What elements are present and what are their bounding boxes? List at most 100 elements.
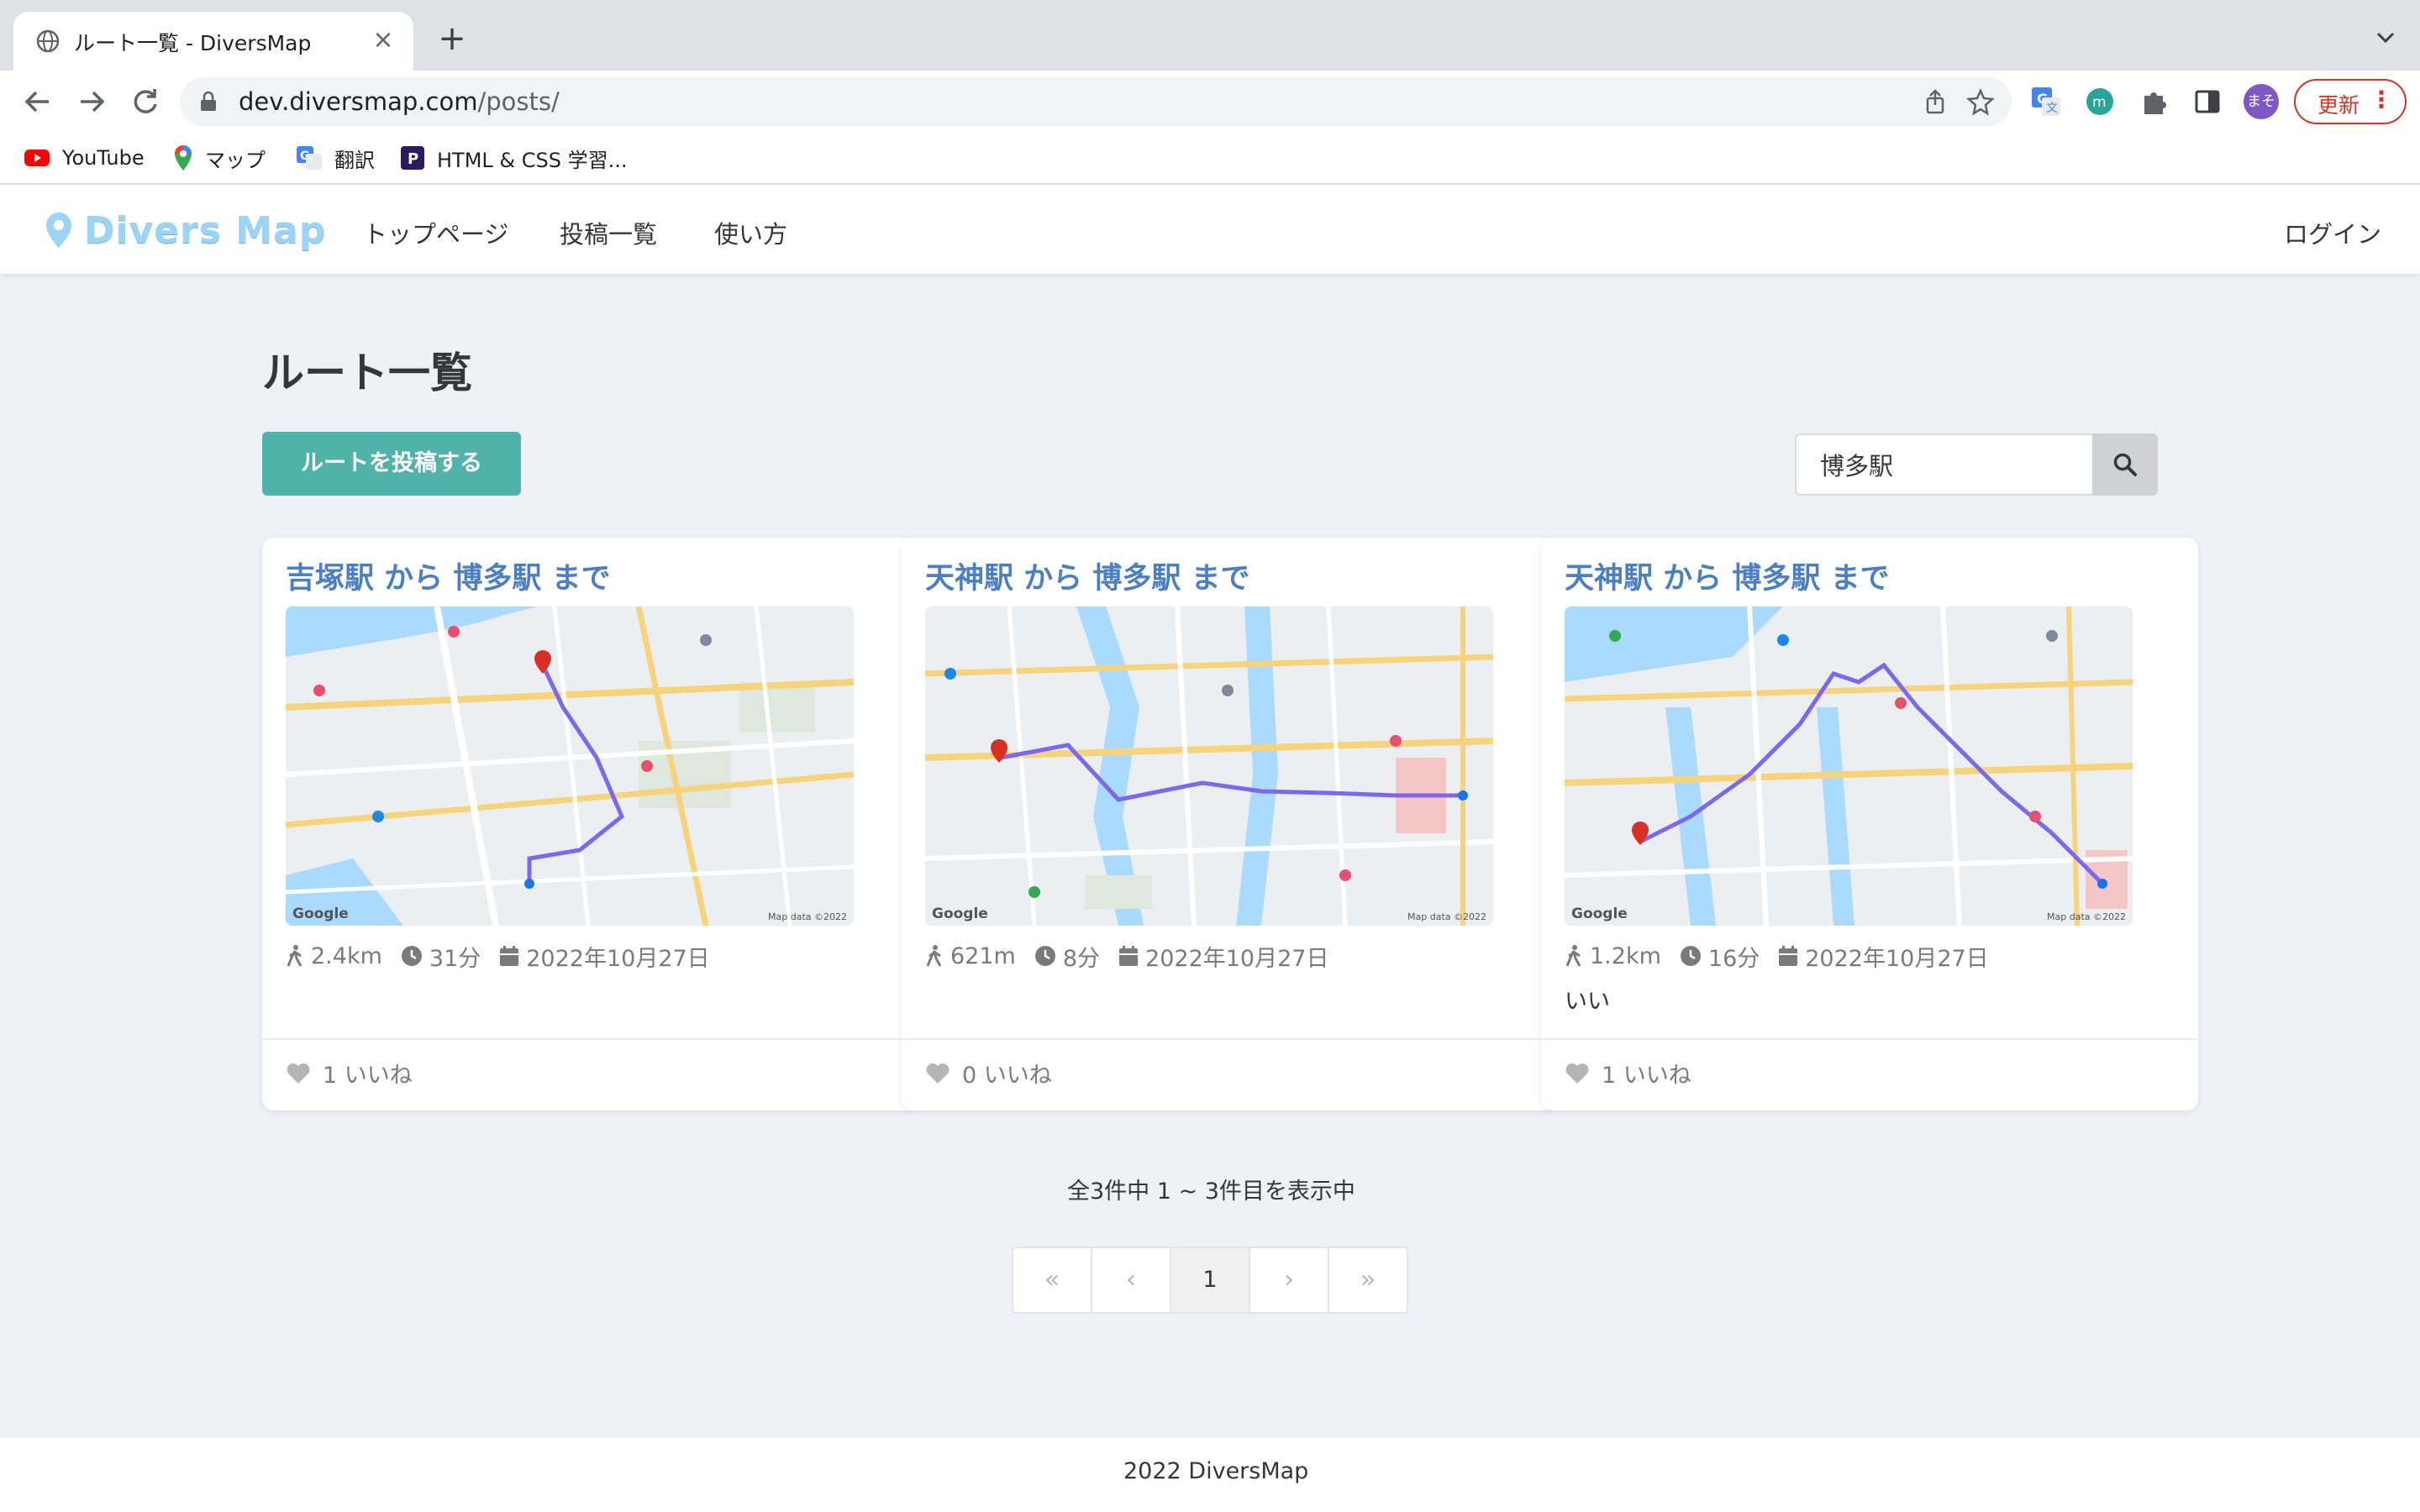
site-footer: 2022 DiversMap (0, 1438, 2420, 1512)
address-bar[interactable]: dev.diversmap.com/posts/ (180, 77, 2012, 126)
post-distance: 1.2km (1590, 942, 1661, 969)
profile-avatar[interactable]: まそ (2244, 84, 2279, 119)
bookmark-label: YouTube (62, 146, 145, 170)
post-card[interactable]: 天神駅 から 博多駅 まで Google Map data ©2022 (902, 538, 1559, 1110)
post-date: 2022年10月27日 (1805, 945, 1989, 972)
nav-how-to[interactable]: 使い方 (714, 215, 787, 250)
bookmark-label: 翻訳 (334, 148, 375, 172)
card-footer: 1 いいね (1541, 1038, 2198, 1110)
post-distance: 2.4km (311, 942, 382, 969)
first-page-button[interactable]: « (1013, 1248, 1092, 1312)
search-button[interactable] (2092, 433, 2158, 496)
post-duration: 16分 (1707, 945, 1760, 972)
back-arrow-icon[interactable] (18, 82, 57, 121)
puzzle-extensions-icon[interactable] (2138, 86, 2170, 118)
map-attribution: Map data ©2022 (768, 911, 847, 922)
logo-text: Divers Map (84, 208, 327, 252)
post-meta: 621m 8分 2022年10月27日 (925, 939, 1328, 973)
map-image (1565, 606, 2133, 926)
side-panel-icon[interactable] (2191, 86, 2223, 118)
extension-m-icon[interactable]: m (2084, 86, 2116, 118)
post-card[interactable]: 天神駅 から 博多駅 まで Google Map data ©2022 (1541, 538, 2198, 1110)
post-duration: 8分 (1062, 945, 1101, 972)
like-count: 0 いいね (962, 1063, 1052, 1089)
post-distance: 621m (950, 942, 1016, 969)
post-date: 2022年10月27日 (1145, 945, 1329, 972)
new-tab-button[interactable]: + (434, 20, 471, 57)
globe-icon (36, 29, 60, 53)
site-navbar: Divers Map トップページ 投稿一覧 使い方 ログイン (0, 185, 2420, 274)
post-comment: いい (1565, 989, 1610, 1015)
tab-title: ルート一覧 - DiversMap (74, 31, 312, 55)
post-route-button[interactable]: ルートを投稿する (262, 432, 521, 496)
bookmark-maps[interactable]: マップ (173, 143, 266, 173)
site-logo[interactable]: Divers Map (44, 205, 326, 255)
post-duration: 31分 (429, 945, 481, 972)
heart-icon (926, 1063, 950, 1084)
like-count: 1 いいね (1602, 1063, 1691, 1089)
kebab-menu-icon: ⋮ (2370, 86, 2393, 113)
like-button[interactable]: 1 いいね (1565, 1057, 1691, 1089)
youtube-icon (24, 150, 50, 166)
last-page-button[interactable]: » (1329, 1248, 1407, 1312)
clock-icon (1680, 946, 1701, 966)
page-1-button[interactable]: 1 (1171, 1248, 1250, 1312)
post-card[interactable]: 吉塚駅 から 博多駅 まで Google Map data ©2022 2.4k… (262, 538, 919, 1110)
walking-icon (1565, 945, 1581, 967)
update-button[interactable]: 更新 ⋮ (2294, 79, 2407, 124)
calendar-icon (500, 946, 519, 966)
close-tab-icon[interactable]: × (370, 25, 397, 55)
result-count: 全3件中 1 ~ 3件目を表示中 (1067, 1179, 1355, 1205)
share-icon[interactable] (1921, 87, 1949, 116)
search-input[interactable] (1795, 433, 2092, 496)
bookmark-youtube[interactable]: YouTube (24, 143, 145, 173)
calendar-icon (1119, 946, 1139, 966)
footer-text: 2022 DiversMap (1123, 1458, 1309, 1484)
nav-top-page[interactable]: トップページ (363, 215, 508, 250)
svg-text:m: m (2092, 94, 2107, 111)
tab-strip: ルート一覧 - DiversMap × + (0, 0, 2420, 71)
url-path: /posts/ (477, 87, 560, 116)
pagination: « ‹ 1 › » (1012, 1247, 1408, 1314)
clock-icon (401, 946, 422, 966)
reload-icon[interactable] (126, 82, 165, 121)
search-icon (2113, 453, 2137, 476)
like-count: 1 いいね (323, 1063, 413, 1089)
map-image (286, 606, 854, 926)
google-logo: Google (292, 906, 349, 922)
google-translate-icon[interactable]: G 文 (2030, 86, 2062, 118)
google-logo: Google (932, 906, 988, 922)
next-page-button[interactable]: › (1250, 1248, 1329, 1312)
svg-text:P: P (408, 150, 418, 168)
heart-icon (1565, 1063, 1589, 1084)
bookmark-translate[interactable]: G 翻訳 (296, 143, 375, 173)
post-title[interactable]: 吉塚駅 から 博多駅 まで (286, 554, 611, 597)
card-footer: 0 いいね (902, 1038, 1559, 1110)
star-bookmark-icon[interactable] (1966, 87, 1995, 116)
nav-posts[interactable]: 投稿一覧 (560, 215, 657, 250)
translate-icon: G (297, 146, 322, 170)
route-map[interactable]: Google Map data ©2022 (286, 606, 854, 926)
google-logo: Google (1571, 906, 1628, 922)
route-map[interactable]: Google Map data ©2022 (1565, 606, 2133, 926)
update-label: 更新 (2317, 93, 2360, 118)
login-link[interactable]: ログイン (2284, 215, 2381, 250)
route-map[interactable]: Google Map data ©2022 (925, 606, 1493, 926)
map-pin-icon (46, 213, 71, 248)
calendar-icon (1779, 946, 1798, 966)
like-button[interactable]: 1 いいね (286, 1057, 413, 1089)
maps-pin-icon (175, 145, 192, 171)
bookmark-progate[interactable]: P HTML & CSS 学習... (400, 143, 628, 173)
lock-icon[interactable] (198, 91, 218, 113)
card-footer: 1 いいね (262, 1038, 919, 1110)
walking-icon (926, 945, 942, 967)
chevron-down-icon[interactable] (2373, 25, 2398, 50)
forward-arrow-icon[interactable] (72, 82, 111, 121)
post-title[interactable]: 天神駅 から 博多駅 まで (1565, 554, 1890, 597)
map-attribution: Map data ©2022 (2047, 911, 2126, 922)
like-button[interactable]: 0 いいね (925, 1057, 1052, 1089)
browser-tab[interactable]: ルート一覧 - DiversMap × (13, 12, 413, 71)
page-title: ルート一覧 (262, 349, 472, 397)
prev-page-button[interactable]: ‹ (1092, 1248, 1171, 1312)
post-title[interactable]: 天神駅 から 博多駅 まで (925, 554, 1250, 597)
